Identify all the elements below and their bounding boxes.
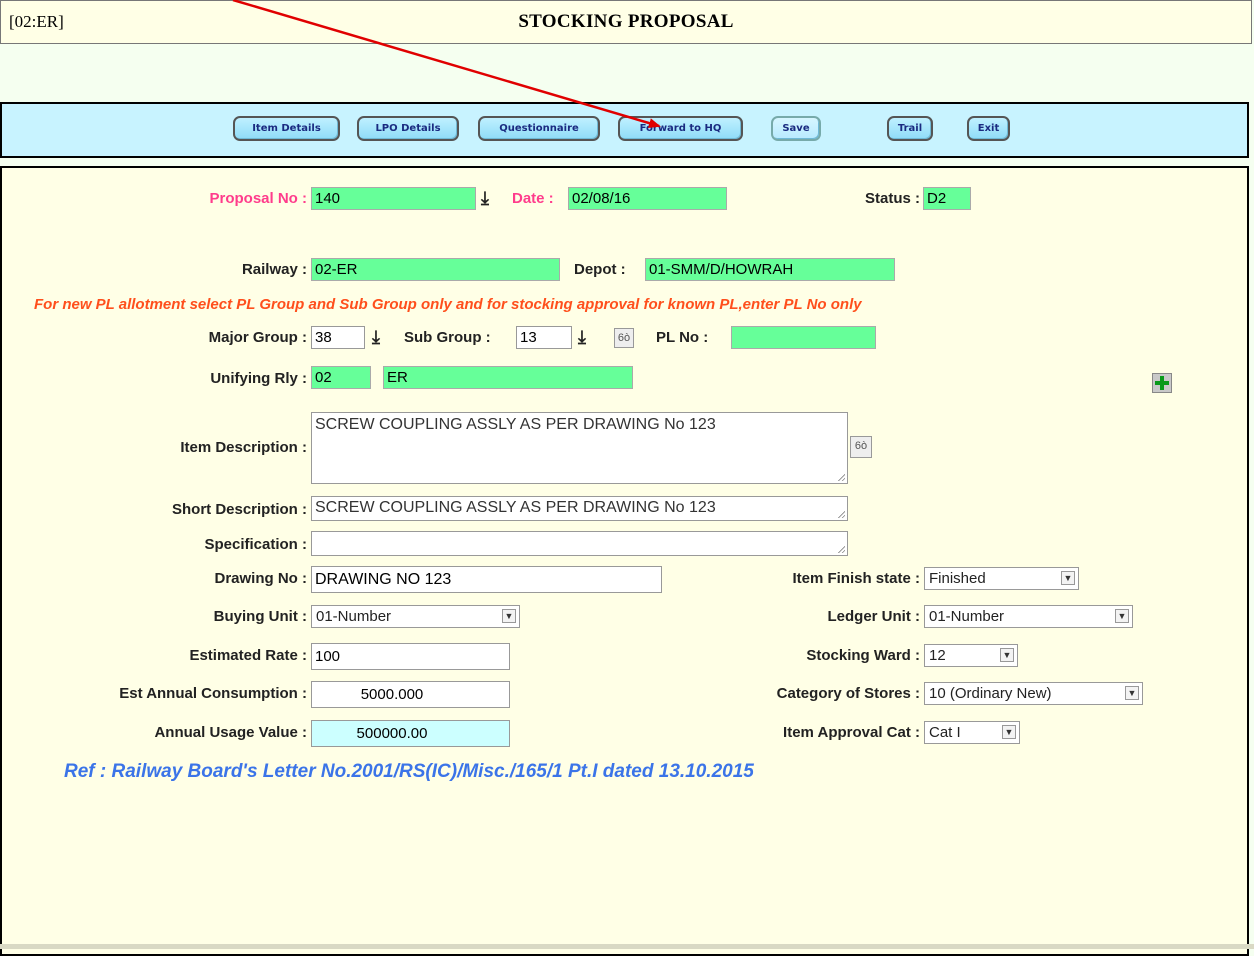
stocking-ward-select[interactable]: 12 ▼ xyxy=(924,644,1018,667)
title-bar: [02:ER] STOCKING PROPOSAL xyxy=(0,0,1252,44)
ledger-unit-label: Ledger Unit : xyxy=(827,608,921,625)
chevron-down-icon: ▼ xyxy=(1125,686,1139,700)
lpo-details-button[interactable]: LPO Details xyxy=(357,116,459,141)
item-finish-state-value: Finished xyxy=(929,570,986,587)
chevron-down-icon: ▼ xyxy=(1115,609,1129,623)
stocking-ward-value: 12 xyxy=(929,647,946,664)
status-field[interactable]: D2 xyxy=(923,187,971,210)
bottom-strip xyxy=(0,944,1254,949)
depot-field[interactable]: 01-SMM/D/HOWRAH xyxy=(645,258,895,281)
unifying-rly-label: Unifying Rly : xyxy=(210,370,307,387)
estimated-rate-field[interactable]: 100 xyxy=(311,643,510,670)
annual-usage-value-label: Annual Usage Value : xyxy=(154,724,307,741)
pl-no-label: PL No : xyxy=(656,329,709,346)
proposal-no-field[interactable]: 140 xyxy=(311,187,476,210)
forward-to-hq-button[interactable]: Forward to HQ xyxy=(618,116,743,141)
est-annual-consumption-label: Est Annual Consumption : xyxy=(119,685,307,702)
railway-label: Railway : xyxy=(241,261,307,278)
item-approval-cat-select[interactable]: Cat I ▼ xyxy=(924,721,1020,744)
date-label: Date : xyxy=(512,190,554,207)
status-label: Status : xyxy=(864,190,920,207)
major-group-label: Major Group : xyxy=(208,329,307,346)
item-details-button[interactable]: Item Details xyxy=(233,116,340,141)
item-finish-state-label: Item Finish state : xyxy=(792,570,920,587)
major-group-field[interactable]: 38 xyxy=(311,326,365,349)
category-of-stores-value: 10 (Ordinary New) xyxy=(929,685,1052,702)
date-field[interactable]: 02/08/16 xyxy=(568,187,727,210)
estimated-rate-label: Estimated Rate : xyxy=(189,647,307,664)
questionnaire-button[interactable]: Questionnaire xyxy=(478,116,600,141)
item-description-textarea[interactable]: SCREW COUPLING ASSLY AS PER DRAWING No 1… xyxy=(311,412,848,484)
resize-handle[interactable] xyxy=(837,545,845,553)
trail-button[interactable]: Trail xyxy=(887,116,933,141)
item-description-label: Item Description : xyxy=(180,439,307,456)
page-title: STOCKING PROPOSAL xyxy=(518,11,734,32)
chevron-down-icon: ▼ xyxy=(1002,725,1016,739)
item-finish-state-select[interactable]: Finished ▼ xyxy=(924,567,1079,590)
item-approval-cat-value: Cat I xyxy=(929,724,961,741)
ledger-unit-select[interactable]: 01-Number ▼ xyxy=(924,605,1133,628)
binoculars-icon[interactable]: 6ò xyxy=(850,436,872,458)
down-arrow-icon[interactable]: ⤓ xyxy=(481,189,489,207)
chevron-down-icon: ▼ xyxy=(1061,571,1075,585)
drawing-no-label: Drawing No : xyxy=(214,570,308,587)
short-description-text: SCREW COUPLING ASSLY AS PER DRAWING No 1… xyxy=(315,499,716,516)
item-description-text: SCREW COUPLING ASSLY AS PER DRAWING No 1… xyxy=(315,416,716,433)
unifying-rly-code-field[interactable]: 02 xyxy=(311,366,371,389)
sub-group-field[interactable]: 13 xyxy=(516,326,572,349)
down-arrow-icon[interactable]: ⤓ xyxy=(578,328,586,346)
unifying-rly-name-field[interactable]: ER xyxy=(383,366,633,389)
category-of-stores-select[interactable]: 10 (Ordinary New) ▼ xyxy=(924,682,1143,705)
buying-unit-select[interactable]: 01-Number ▼ xyxy=(311,605,520,628)
buying-unit-value: 01-Number xyxy=(316,608,392,625)
save-button[interactable]: Save xyxy=(771,116,821,141)
pl-no-field[interactable] xyxy=(731,326,876,349)
specification-textarea[interactable] xyxy=(311,531,848,556)
chevron-down-icon: ▼ xyxy=(502,609,516,623)
exit-button[interactable]: Exit xyxy=(967,116,1010,141)
category-of-stores-label: Category of Stores : xyxy=(776,685,920,702)
sub-group-label: Sub Group : xyxy=(404,329,491,346)
ledger-unit-value: 01-Number xyxy=(929,608,1005,625)
est-annual-consumption-field[interactable]: 5000.000 xyxy=(311,681,510,708)
item-approval-cat-label: Item Approval Cat : xyxy=(783,724,920,741)
buying-unit-label: Buying Unit : xyxy=(213,608,307,625)
reference-note: Ref : Railway Board's Letter No.2001/RS(… xyxy=(64,761,754,782)
short-description-label: Short Description : xyxy=(171,501,307,518)
binoculars-icon[interactable]: 6ò xyxy=(614,328,634,348)
down-arrow-icon[interactable]: ⤓ xyxy=(372,328,380,346)
toolbar: Item Details LPO Details Questionnaire F… xyxy=(0,102,1249,158)
drawing-no-field[interactable]: DRAWING NO 123 xyxy=(311,566,662,593)
depot-label: Depot : xyxy=(574,261,626,278)
short-description-textarea[interactable]: SCREW COUPLING ASSLY AS PER DRAWING No 1… xyxy=(311,496,848,521)
specification-label: Specification : xyxy=(204,536,307,553)
railway-field[interactable]: 02-ER xyxy=(311,258,560,281)
form-panel xyxy=(0,166,1249,956)
annual-usage-value-field: 500000.00 xyxy=(311,720,510,747)
resize-handle[interactable] xyxy=(837,473,845,481)
pl-allotment-notice: For new PL allotment select PL Group and… xyxy=(34,296,862,313)
stocking-ward-label: Stocking Ward : xyxy=(806,647,920,664)
proposal-no-label: Proposal No : xyxy=(209,190,307,207)
resize-handle[interactable] xyxy=(837,510,845,518)
chevron-down-icon: ▼ xyxy=(1000,648,1014,662)
add-plus-icon[interactable] xyxy=(1152,373,1172,393)
